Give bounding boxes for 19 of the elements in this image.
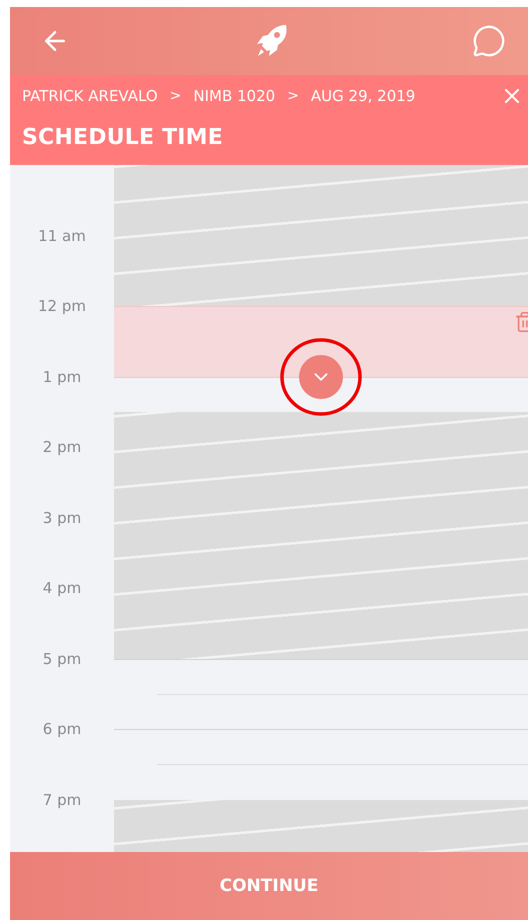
- hour-label: 2 pm: [42, 438, 82, 456]
- selected-time-block[interactable]: [114, 306, 528, 376]
- continue-button[interactable]: CONTINUE: [10, 852, 528, 920]
- hour-label: 11 am: [38, 226, 86, 244]
- hour-label: 4 pm: [42, 579, 82, 597]
- hour-label: 12 pm: [38, 297, 86, 315]
- chat-button[interactable]: [472, 24, 506, 58]
- hour-label: 7 pm: [42, 790, 82, 808]
- hour-label: 5 pm: [42, 650, 82, 668]
- page-title: SCHEDULE TIME: [22, 125, 224, 150]
- chat-icon: [472, 24, 506, 58]
- breadcrumb-item[interactable]: PATRICK AREVALO: [22, 87, 158, 105]
- hour-label: 6 pm: [42, 720, 82, 738]
- breadcrumb-separator: >: [287, 88, 299, 104]
- breadcrumb-separator: >: [170, 88, 182, 104]
- breadcrumb-item[interactable]: AUG 29, 2019: [310, 87, 416, 105]
- breadcrumb-item[interactable]: NIMB 1020: [193, 87, 276, 105]
- hour-label: 3 pm: [42, 508, 82, 526]
- hour-label: 1 pm: [42, 368, 82, 386]
